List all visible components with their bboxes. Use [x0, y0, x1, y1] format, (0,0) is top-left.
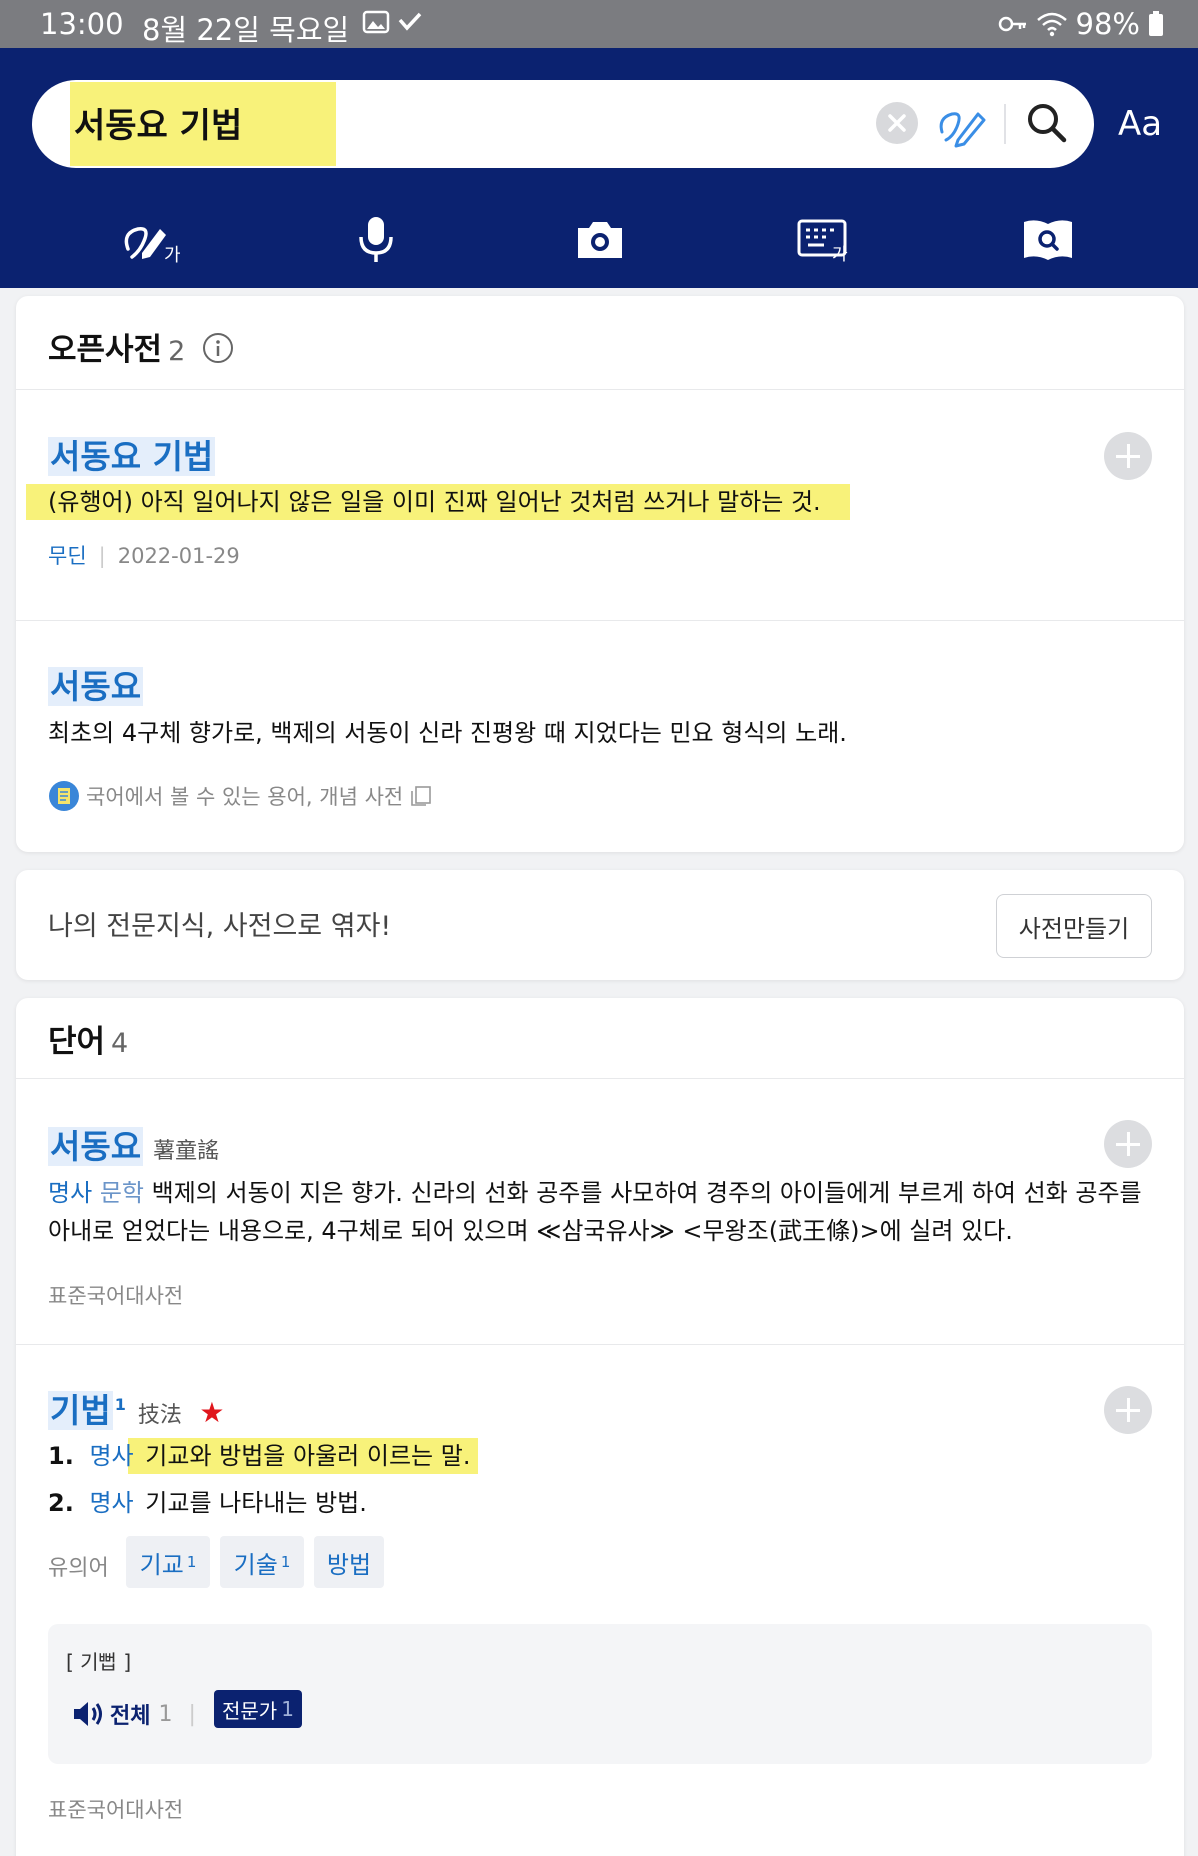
entry-title[interactable]: 서동요 기법: [48, 430, 216, 478]
search-header: 서동요 기법 Aa 가 가: [0, 48, 1198, 288]
close-icon: [888, 114, 906, 132]
word-hanja: 技法: [137, 1403, 182, 1428]
section-title: 단어: [48, 1024, 106, 1060]
sense-1: 1. 명사 기교와 방법을 아울러 이르는 말.: [48, 1442, 471, 1470]
synonym-chip[interactable]: 방법: [314, 1536, 384, 1588]
open-dictionary-section: 오픈사전 2 서동요 기법 (유행어) 아직 일어나지 않은 일을 이미 진짜 일…: [16, 296, 1184, 852]
word-definition: 명사 문학 백제의 서동이 지은 향가. 신라의 선화 공주를 사모하여 경주의…: [48, 1179, 1142, 1245]
pos-tag: 명사: [48, 1179, 93, 1207]
search-icon: [1028, 104, 1067, 143]
svg-text:가: 가: [832, 245, 848, 262]
word-source[interactable]: 표준국어대사전: [48, 1280, 183, 1310]
word-source[interactable]: 표준국어대사전: [48, 1794, 183, 1824]
entry-definition: 최초의 4구체 향가로, 백제의 서동이 신라 진평왕 때 지었다는 민요 형식…: [48, 719, 847, 747]
sense-2: 2. 명사 기교를 나타내는 방법.: [48, 1489, 367, 1517]
entry-source[interactable]: 국어에서 볼 수 있는 용어, 개념 사전: [48, 780, 433, 812]
font-size-button[interactable]: Aa: [1118, 104, 1162, 144]
keyboard-icon: 가: [797, 219, 848, 262]
svg-text:가: 가: [164, 245, 181, 265]
add-wordbook-button[interactable]: [1104, 1386, 1152, 1434]
handwriting-input-button[interactable]: [936, 100, 988, 148]
word-hanja: 薯童謠: [153, 1139, 220, 1164]
promo-banner: 나의 전문지식, 사전으로 엮자! 사전만들기: [16, 870, 1184, 980]
add-wordbook-button[interactable]: [1104, 1120, 1152, 1168]
voice-search-button[interactable]: [336, 200, 416, 280]
search-query-text[interactable]: 서동요 기법: [74, 98, 242, 147]
check-shield-icon: [398, 12, 422, 31]
status-bar: 13:00 8월 22일 목요일 98%: [0, 0, 1198, 48]
star-icon: ★: [199, 1396, 225, 1429]
key-icon: [998, 16, 1026, 32]
pronunciation-text: [ 기뻡 ]: [66, 1650, 132, 1674]
word-title[interactable]: 기법 1 技法 ★: [48, 1384, 225, 1432]
keyboard-tool-button[interactable]: 가: [784, 200, 864, 280]
homonym-number: 1: [114, 1395, 126, 1414]
gallery-icon: [362, 10, 390, 34]
battery-percent: 98%: [1075, 7, 1140, 41]
input-tools: 가 가: [0, 200, 1198, 280]
entry-date: 2022-01-29: [117, 544, 240, 568]
word-title[interactable]: 서동요 薯童謠: [48, 1120, 219, 1168]
section-count: 2: [168, 336, 186, 367]
expert-audio-button[interactable]: 전문가 1: [214, 1690, 302, 1728]
microphone-icon: [359, 217, 393, 262]
field-tag: 문학: [99, 1179, 144, 1207]
entry-author[interactable]: 무딘: [48, 544, 87, 568]
handwriting-icon: 가: [124, 227, 181, 265]
add-wordbook-button[interactable]: [1104, 432, 1152, 480]
copy-icon: [411, 786, 432, 806]
entry-title[interactable]: 서동요: [48, 660, 144, 708]
speaker-icon: [74, 1702, 102, 1726]
make-dictionary-button[interactable]: 사전만들기: [996, 894, 1152, 958]
dictionary-logo-icon: [49, 781, 79, 811]
status-date: 8월 22일 목요일: [142, 13, 350, 47]
clear-button[interactable]: [876, 102, 918, 144]
pronunciation-box: [ 기뻡 ] 전체 1 | 전문가 1: [48, 1624, 1152, 1764]
words-section: 단어 4 서동요 薯童謠 명사 문학 백제의 서동이 지은 향가. 신라의 선화 공…: [16, 998, 1184, 1856]
wifi-icon: [1036, 12, 1067, 37]
battery-icon: [1149, 11, 1163, 36]
search-button[interactable]: [1022, 98, 1072, 148]
entry-definition: (유행어) 아직 일어나지 않은 일을 이미 진짜 일어난 것처럼 쓰거나 말하…: [48, 488, 821, 516]
synonym-label: 유의어: [48, 1556, 109, 1581]
book-search-icon: [1024, 220, 1072, 260]
synonym-chip[interactable]: 기교 1: [126, 1536, 210, 1588]
pos-tag: 명사: [89, 1489, 134, 1517]
search-input[interactable]: 서동요 기법: [32, 80, 1094, 168]
handwriting-tool-button[interactable]: 가: [112, 200, 192, 280]
info-icon[interactable]: [202, 332, 234, 364]
promo-text: 나의 전문지식, 사전으로 엮자!: [48, 911, 392, 942]
section-count: 4: [111, 1028, 129, 1059]
camera-icon: [578, 222, 622, 258]
play-all-button[interactable]: 전체 1 |: [72, 1698, 212, 1730]
camera-search-button[interactable]: [560, 200, 640, 280]
book-search-button[interactable]: [1008, 200, 1088, 280]
synonym-chip[interactable]: 기술 1: [220, 1536, 304, 1588]
section-title: 오픈사전: [48, 332, 163, 368]
pos-tag: 명사: [89, 1442, 134, 1470]
handwriting-icon: [939, 112, 986, 148]
status-time: 13:00: [40, 7, 124, 41]
